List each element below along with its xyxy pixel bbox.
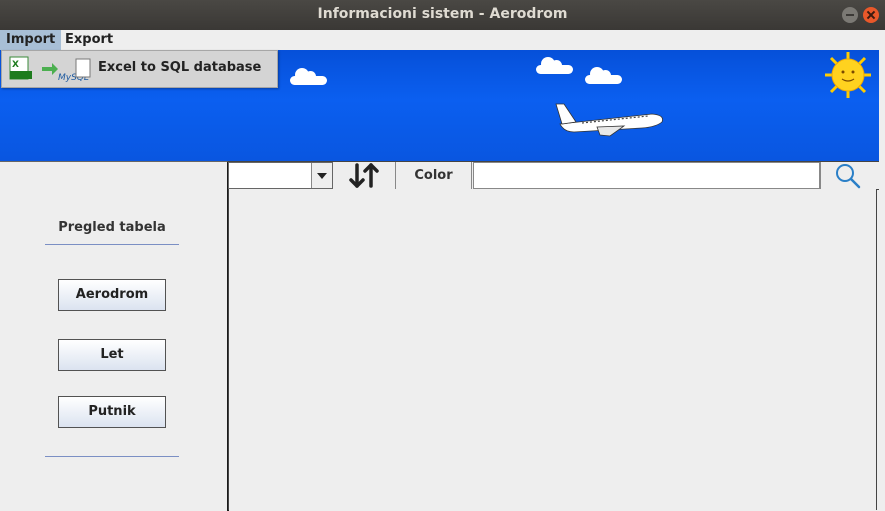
color-button[interactable]: Color: [395, 162, 472, 189]
menu-export[interactable]: Export: [59, 30, 119, 50]
close-button[interactable]: [863, 7, 879, 23]
table-view-area: [228, 189, 877, 510]
cloud-icon: [290, 68, 327, 85]
column-select[interactable]: [228, 162, 333, 189]
divider: [45, 456, 179, 457]
search-input[interactable]: [473, 162, 820, 189]
airplane-icon: [555, 103, 663, 137]
let-button[interactable]: Let: [58, 339, 166, 371]
menu-item-label: Excel to SQL database: [98, 60, 262, 75]
section-title: Pregled tabela: [58, 220, 166, 235]
chevron-down-icon[interactable]: [311, 163, 332, 188]
sun-icon: [825, 52, 871, 98]
title-bar: Informacioni sistem - Aerodrom: [0, 0, 885, 30]
menu-item-excel-to-sql[interactable]: X MySQL Excel to SQL database: [2, 51, 277, 87]
sort-button[interactable]: [335, 162, 393, 189]
divider: [45, 244, 179, 245]
minimize-button[interactable]: [842, 7, 858, 23]
magnifier-icon: [836, 164, 861, 189]
putnik-button[interactable]: Putnik: [58, 396, 166, 428]
menu-import[interactable]: Import: [0, 30, 62, 50]
aerodrom-button[interactable]: Aerodrom: [58, 279, 166, 311]
import-dropdown-menu: X MySQL Excel to SQL database: [1, 50, 278, 88]
cloud-icon: [536, 57, 573, 74]
excel-to-mysql-icon: X MySQL: [9, 56, 91, 83]
menu-bar: Import Export: [0, 30, 885, 50]
search-button[interactable]: [820, 162, 879, 189]
sort-arrows-icon: [349, 163, 379, 188]
toolbar: Color: [228, 161, 879, 190]
svg-text:X: X: [12, 60, 19, 70]
window-title: Informacioni sistem - Aerodrom: [317, 6, 568, 22]
cloud-icon: [585, 67, 622, 84]
left-panel: Pregled tabela Aerodrom Let Putnik: [0, 161, 229, 511]
